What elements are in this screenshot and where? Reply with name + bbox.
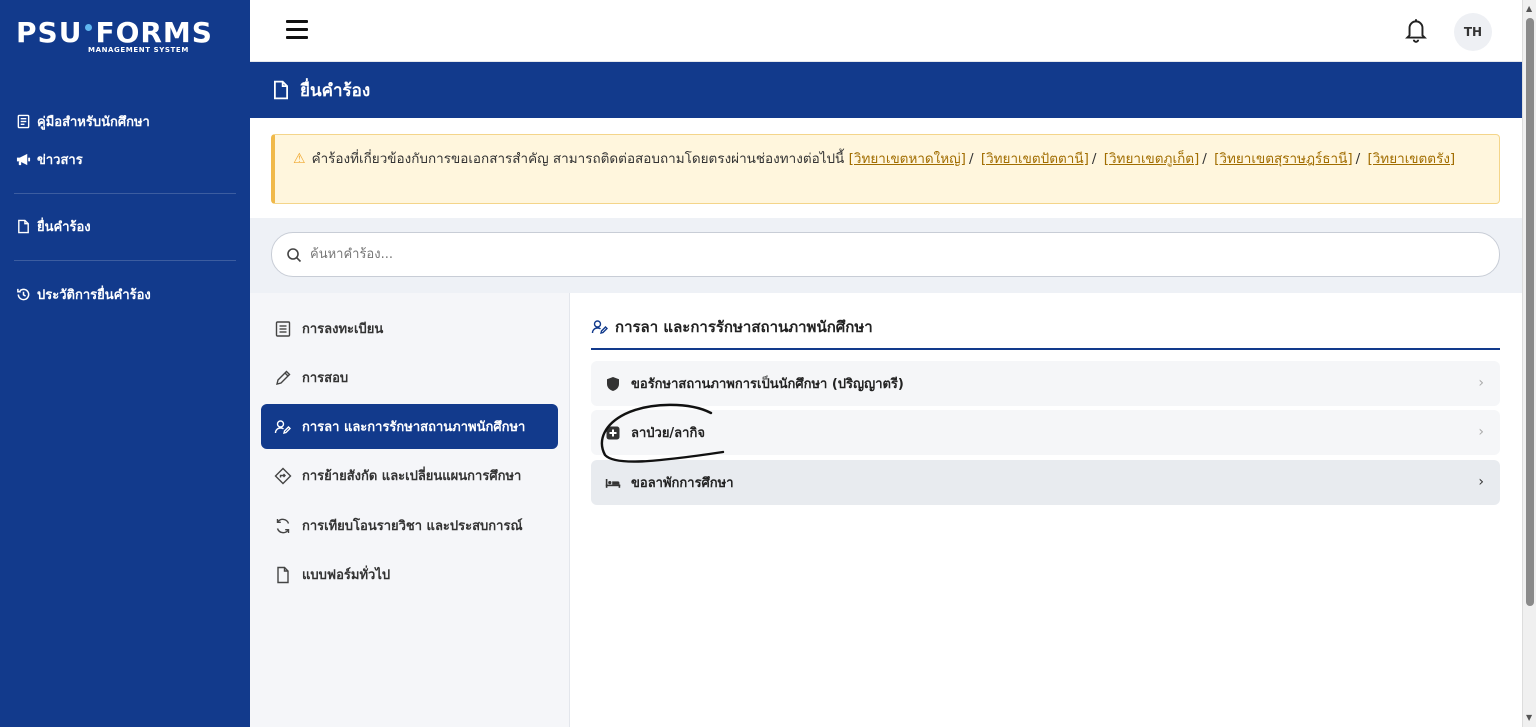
file-icon (277, 566, 289, 583)
link-separator: / (1091, 151, 1097, 167)
warning-icon: ⚠ (293, 151, 306, 167)
form-row-sick-leave[interactable]: ลาป่วย/ลากิจ › (591, 410, 1500, 455)
direction-icon (274, 467, 292, 484)
scroll-thumb[interactable] (1526, 18, 1534, 606)
user-edit-icon (274, 419, 291, 434)
form-row-maintain-status[interactable]: ขอรักษาสถานภาพการเป็นนักศึกษา (ปริญญาตรี… (591, 361, 1500, 406)
sidebar-divider (14, 260, 236, 261)
history-icon (17, 288, 30, 301)
alert-text: คำร้องที่เกี่ยวข้องกับการขอเอกสารสำคัญ ส… (311, 151, 845, 167)
chevron-right-icon: › (1478, 474, 1484, 490)
search-section (250, 218, 1522, 293)
sidebar-item-label: ยื่นคำร้อง (37, 220, 91, 235)
logo-brand-left: PSU (16, 16, 83, 49)
page-title: ยื่นคำร้อง (300, 80, 371, 101)
pencil-icon (276, 370, 291, 385)
panel-divider (591, 348, 1500, 350)
main-content: ⚠ คำร้องที่เกี่ยวข้องกับการขอเอกสารสำคัญ … (250, 118, 1522, 727)
form-row-label: ขอรักษาสถานภาพการเป็นนักศึกษา (ปริญญาตรี… (631, 377, 904, 392)
panel-title-text: การลา และการรักษาสถานภาพนักศึกษา (615, 318, 873, 336)
form-row-leave-of-absence[interactable]: ขอลาพักการศึกษา › (591, 460, 1500, 505)
category-label: การลงทะเบียน (302, 322, 384, 337)
sidebar-item-manual[interactable]: คู่มือสำหรับนักศึกษา (16, 111, 150, 132)
category-registration[interactable]: การลงทะเบียน (261, 306, 558, 351)
sidebar-item-news[interactable]: ข่าวสาร (16, 149, 83, 170)
avatar[interactable]: TH (1454, 13, 1492, 51)
search-icon (287, 247, 302, 262)
search-input[interactable] (310, 247, 1410, 262)
sidebar-item-label: ประวัติการยื่นคำร้อง (37, 288, 151, 303)
category-credit-transfer[interactable]: การเทียบโอนรายวิชา และประสบการณ์ (261, 503, 558, 548)
link-separator: / (1355, 151, 1361, 167)
category-transfer[interactable]: การย้ายสังกัด และเปลี่ยนแผนการศึกษา (261, 453, 558, 498)
category-leave-status[interactable]: การลา และการรักษาสถานภาพนักศึกษา (261, 404, 558, 449)
scroll-down-arrow-icon[interactable]: ▼ (1526, 713, 1532, 722)
campus-link-phuket[interactable]: [วิทยาเขตภูเก็ต] (1104, 151, 1200, 167)
sidebar-divider (14, 193, 236, 194)
category-exam[interactable]: การสอบ (261, 355, 558, 400)
chevron-right-icon: › (1478, 375, 1484, 391)
campus-link-suratthani[interactable]: [วิทยาเขตสุราษฎร์ธานี] (1214, 151, 1352, 167)
scroll-up-arrow-icon[interactable]: ▲ (1526, 4, 1532, 13)
page-header: ยื่นคำร้อง (250, 62, 1522, 118)
category-label: การย้ายสังกัด และเปลี่ยนแผนการศึกษา (302, 469, 522, 484)
logo-dot (85, 23, 93, 31)
bell-icon[interactable] (1403, 16, 1429, 44)
hamburger-menu-icon[interactable] (286, 20, 308, 40)
list-icon (275, 320, 291, 337)
logo-brand: PSU FORMS (16, 18, 216, 48)
campus-link-pattani[interactable]: [วิทยาเขตปัตตานี] (981, 151, 1089, 167)
campus-link-trang[interactable]: [วิทยาเขตตรัง] (1367, 151, 1455, 167)
bed-icon (605, 478, 621, 488)
forms-panel: การลา และการรักษาสถานภาพนักศึกษา ขอรักษา… (570, 293, 1522, 727)
logo-brand-right: FORMS (95, 16, 213, 49)
category-list: การลงทะเบียน การสอบ การลา และการรักษาสถา… (250, 293, 570, 727)
search-box (271, 232, 1500, 277)
category-label: การเทียบโอนรายวิชา และประสบการณ์ (302, 519, 523, 534)
category-label: การสอบ (302, 371, 349, 386)
logo-subtitle: MANAGEMENT SYSTEM (88, 46, 189, 54)
category-general-forms[interactable]: แบบฟอร์มทั่วไป (261, 552, 558, 597)
refresh-icon (276, 518, 290, 533)
topbar: TH (250, 0, 1522, 62)
category-label: การลา และการรักษาสถานภาพนักศึกษา (302, 420, 526, 435)
sidebar-item-label: คู่มือสำหรับนักศึกษา (37, 115, 150, 130)
form-row-label: ลาป่วย/ลากิจ (631, 426, 705, 441)
medical-icon (606, 426, 620, 439)
category-label: แบบฟอร์มทั่วไป (302, 568, 391, 583)
page-scrollbar[interactable]: ▲ ▼ (1522, 0, 1536, 727)
user-edit-icon (591, 320, 608, 334)
file-icon (274, 80, 288, 100)
notice-alert: ⚠ คำร้องที่เกี่ยวข้องกับการขอเอกสารสำคัญ … (271, 134, 1500, 204)
book-icon (17, 114, 30, 129)
form-row-label: ขอลาพักการศึกษา (631, 476, 734, 491)
campus-link-hatyai[interactable]: [วิทยาเขตหาดใหญ่] (849, 151, 966, 167)
panel-title: การลา และการรักษาสถานภาพนักศึกษา (591, 315, 873, 339)
link-separator: / (1202, 151, 1207, 167)
sidebar-item-history[interactable]: ประวัติการยื่นคำร้อง (16, 284, 151, 305)
sidebar-item-submit-request[interactable]: ยื่นคำร้อง (16, 216, 91, 237)
megaphone-icon (16, 153, 31, 166)
sidebar-item-label: ข่าวสาร (37, 153, 83, 168)
sidebar: PSU FORMS MANAGEMENT SYSTEM คู่มือสำหรับ… (0, 0, 250, 727)
shield-icon (607, 376, 619, 391)
logo[interactable]: PSU FORMS MANAGEMENT SYSTEM (16, 18, 216, 58)
chevron-right-icon: › (1478, 424, 1484, 440)
file-icon (18, 219, 29, 234)
link-separator: / (968, 151, 974, 167)
